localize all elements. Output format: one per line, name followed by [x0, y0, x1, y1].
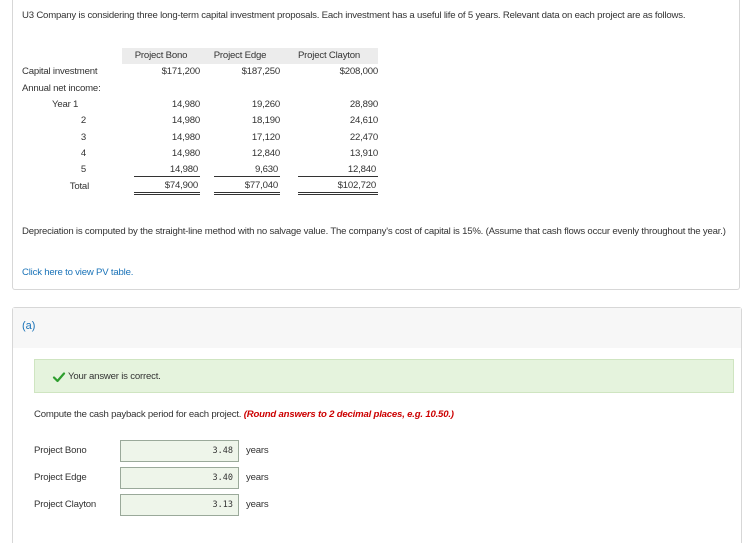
answer-label: Project Bono [34, 445, 87, 456]
answer-row-clayton: Project Clayton 3.13 years [34, 494, 434, 516]
cell: 14,980 [171, 131, 200, 143]
correct-answer-banner: Your answer is correct. [34, 359, 734, 393]
capital-bono: $171,200 [161, 66, 201, 78]
page: U3 Company is considering three long-ter… [0, 0, 748, 543]
cell: 14,980 [171, 147, 200, 159]
table-row-total: Total $74,900 $77,040 $102,720 [22, 178, 378, 196]
pv-table-link[interactable]: Click here to view PV table. [22, 267, 133, 278]
instruction: Compute the cash payback period for each… [34, 409, 454, 420]
payback-input-bono[interactable]: 3.48 [120, 440, 239, 462]
header-project-edge: Project Edge [200, 48, 280, 65]
total-edge: $77,040 [214, 179, 280, 196]
year-label: 2 [80, 115, 86, 127]
project-data-table: Project Bono Project Edge Project Clayto… [22, 48, 378, 196]
depreciation-note: Depreciation is computed by the straight… [22, 226, 726, 237]
answer-label: Project Edge [34, 472, 87, 483]
table-row-year-3: 3 14,980 17,120 22,470 [22, 129, 378, 145]
table-row-year-4: 4 14,980 12,840 13,910 [22, 146, 378, 162]
part-header: (a) [13, 308, 741, 348]
cell: 18,190 [251, 115, 280, 127]
cell: 14,980 [134, 163, 200, 178]
cell: 12,840 [298, 163, 378, 178]
capital-edge: $187,250 [241, 66, 281, 78]
problem-intro: U3 Company is considering three long-ter… [22, 10, 686, 21]
cell: 14,980 [171, 115, 200, 127]
header-project-clayton: Project Clayton [280, 48, 378, 65]
problem-panel: U3 Company is considering three long-ter… [12, 0, 740, 290]
capital-label: Capital investment [22, 66, 98, 78]
total-clayton: $102,720 [298, 179, 378, 196]
cell: 12,840 [251, 147, 280, 159]
table-header-row: Project Bono Project Edge Project Clayto… [22, 48, 378, 65]
total-bono: $74,900 [134, 179, 200, 196]
part-a-panel: (a) Your answer is correct. Compute the … [12, 307, 742, 543]
answer-label: Project Clayton [34, 499, 97, 510]
correct-message: Your answer is correct. [68, 371, 161, 382]
year-label: 4 [80, 147, 86, 159]
year-label: 5 [80, 164, 86, 176]
table-row-year-2: 2 14,980 18,190 24,610 [22, 113, 378, 129]
table-row-year-5: 5 14,980 9,630 12,840 [22, 162, 378, 178]
part-label: (a) [22, 320, 36, 332]
cell: 22,470 [349, 131, 378, 143]
instruction-note: (Round answers to 2 decimal places, e.g.… [243, 409, 454, 420]
answer-row-edge: Project Edge 3.40 years [34, 467, 434, 489]
header-project-bono: Project Bono [122, 48, 200, 65]
cell: 13,910 [349, 147, 378, 159]
year-label: 3 [80, 131, 86, 143]
payback-input-edge[interactable]: 3.40 [120, 467, 239, 489]
cell: 24,610 [349, 115, 378, 127]
answer-unit: years [246, 472, 269, 483]
table-row-year-1: Year 1 14,980 19,260 28,890 [22, 97, 378, 113]
table-row-capital: Capital investment $171,200 $187,250 $20… [22, 64, 378, 80]
cell: 19,260 [251, 99, 280, 111]
check-icon [52, 372, 66, 383]
income-label: Annual net income: [22, 82, 101, 94]
answer-unit: years [246, 499, 269, 510]
cell: 28,890 [349, 99, 378, 111]
cell: 17,120 [251, 131, 280, 143]
payback-input-clayton[interactable]: 3.13 [120, 494, 239, 516]
cell: 14,980 [171, 99, 200, 111]
table-row-income-label: Annual net income: [22, 81, 378, 97]
capital-clayton: $208,000 [339, 66, 379, 78]
cell: 9,630 [214, 163, 280, 178]
year-label: Year 1 [52, 99, 79, 111]
answer-row-bono: Project Bono 3.48 years [34, 440, 434, 462]
instruction-text: Compute the cash payback period for each… [34, 409, 242, 420]
answer-unit: years [246, 445, 269, 456]
total-label: Total [69, 180, 89, 192]
